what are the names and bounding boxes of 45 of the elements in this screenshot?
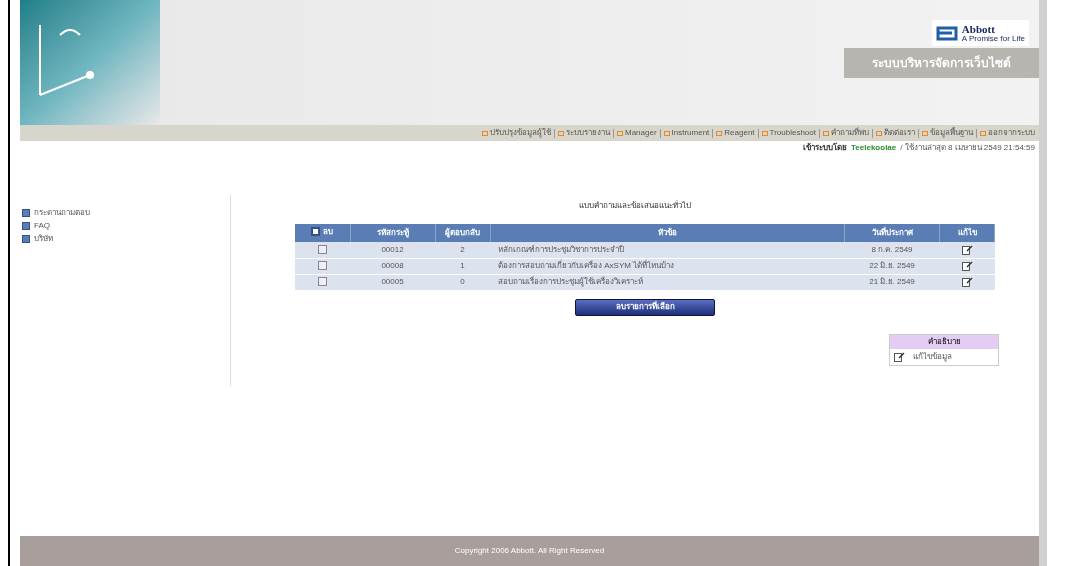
subject-cell: ต้องการสอบถามเกี่ยวกับเครื่อง AxSYM ได้ที่ไหนบ้าง [490,258,845,274]
date-cell: 21 มิ.ย. 2549 [844,274,940,290]
login-user: Teelekoolae [851,142,897,154]
system-title: ระบบบริหารจัดการเว็บไซต์ [844,48,1039,78]
nav-link[interactable]: Instrument [663,127,710,139]
date-cell: 8 ก.ค. 2549 [844,242,940,258]
nav-link[interactable]: Troubleshoot [761,127,816,139]
code-cell: 00008 [350,258,435,274]
nav-link[interactable]: Reagent [716,127,755,139]
reply-count-cell: 0 [435,274,490,290]
delete-selected-button[interactable]: ลบรายการที่เลือก [575,298,715,316]
nav-link[interactable]: คำถามที่พบ [823,127,869,139]
sidebar-item[interactable]: FAQ [22,220,230,232]
edit-icon [894,351,905,362]
nav-link[interactable]: ข้อมูลพื้นฐาน [922,127,973,139]
edit-icon[interactable] [961,276,973,287]
legend-label: แก้ไขข้อมูล [913,350,952,363]
nav-link[interactable]: Manager [616,127,657,139]
edit-icon[interactable] [961,244,973,255]
date-cell: 22 มิ.ย. 2549 [844,258,940,274]
sidebar-item[interactable]: บริษัท [22,233,230,245]
nav-link[interactable]: ระบบรายงาน [557,127,610,139]
nav-link[interactable]: ติดต่อเรา [876,127,915,139]
subject-cell: หลักเกณฑ์การประชุมวิชาการประจำปี [490,242,845,258]
login-label: เข้าระบบโดย [803,142,848,154]
select-all-checkbox[interactable] [311,227,321,237]
footer-bar: Copyright 2006 Abbott. All Right Reserved [20,536,1039,566]
row-checkbox[interactable] [318,261,327,271]
row-checkbox[interactable] [318,277,327,287]
abbott-logo-icon [935,25,958,41]
page-title: แบบคำถามและข้อเสนอแนะทั่วไป [579,200,691,212]
subject-cell: สอบถามเรื่องการประชุมผู้ใช้เครื่องวิเคราะห์ [490,274,845,290]
code-cell: 00012 [350,242,435,258]
legend-header: คำอธิบาย [890,334,998,349]
login-info: / ใช้งานล่าสุด 8 เมษายน 2549 21:54:59 [900,142,1035,154]
row-checkbox[interactable] [318,245,327,255]
edit-icon[interactable] [961,260,973,271]
reply-count-cell: 2 [435,242,490,258]
sidebar-item[interactable]: กระดานถามตอบ [22,207,230,219]
nav-link[interactable]: ออกจากระบบ [980,127,1035,139]
column-header: ลบ [323,225,334,238]
code-cell: 00005 [350,274,435,290]
nav-link[interactable]: ปรับปรุงข้อมูลผู้ใช้ [481,127,551,139]
abbott-logo: Abbott A Promise for Life [931,20,1029,46]
reply-count-cell: 1 [435,258,490,274]
